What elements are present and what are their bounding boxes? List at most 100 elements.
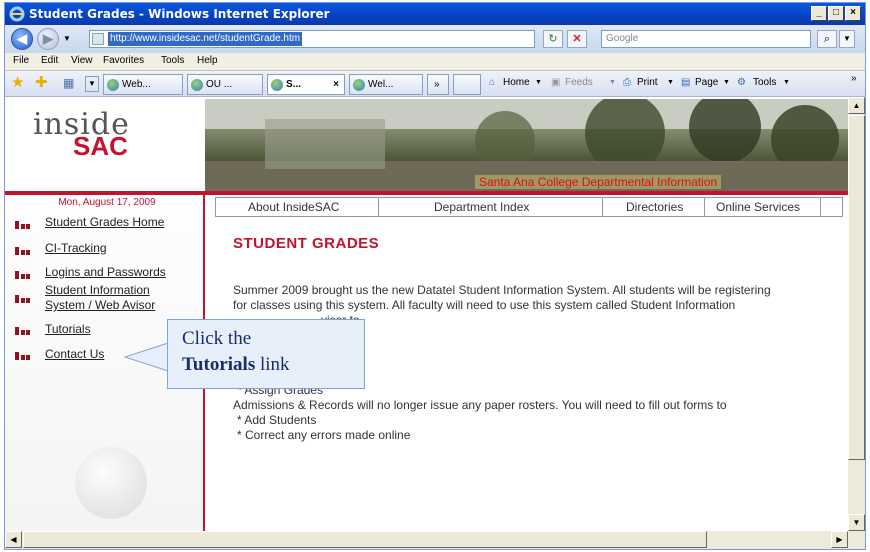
page-icon-cmd[interactable]: ▤ [681,77,690,88]
tab-welcome[interactable]: Wel... [349,74,423,95]
tab-label: Web... [122,79,151,90]
tab-globe-icon [271,79,283,91]
tab-directories[interactable]: Directories [626,200,683,214]
current-date: Mon, August 17, 2009 [58,197,156,208]
close-tab-icon[interactable]: × [333,75,339,94]
logo-sac: SAC [73,131,128,161]
nav-logins-passwords[interactable]: Logins and Passwords [45,265,166,279]
callout-line1: Click the [182,328,252,349]
home-icon[interactable]: ⌂ [489,77,495,88]
feeds-dropdown-icon[interactable]: ▼ [609,79,616,86]
home-button[interactable]: Home [503,77,530,88]
tab-overflow-button[interactable]: » [427,74,449,95]
print-icon[interactable]: ⎙ [623,77,631,88]
menu-favorites[interactable]: Favorites [103,55,144,66]
maximize-button[interactable]: □ [828,6,844,21]
callout-pointer [123,342,170,372]
home-dropdown-icon[interactable]: ▼ [535,79,542,86]
history-dropdown-icon[interactable]: ▼ [63,34,71,43]
toolbar-chevron-icon[interactable]: » [851,73,857,84]
tab-student-grades[interactable]: S... × [267,74,345,95]
tab-label: Wel... [368,79,394,90]
nav-bullet-icon [15,221,33,229]
nav-student-grades-home[interactable]: Student Grades Home [45,215,164,229]
add-favorite-icon[interactable]: ✚ [35,74,48,92]
nav-student-information[interactable]: Student Information [45,283,150,297]
horizontal-scrollbar[interactable]: ◀ ▶ [5,531,865,549]
scroll-up-icon[interactable]: ▲ [848,97,865,114]
address-row: ◀ ▶ ▼ http://www.insidesac.net/studentGr… [5,25,865,53]
new-tab-button[interactable] [453,74,481,95]
body-line: Admissions & Records will no longer issu… [233,398,727,412]
stop-button[interactable]: ✕ [567,30,587,48]
search-icon[interactable]: ⌕ [817,30,837,48]
page-dropdown-icon[interactable]: ▼ [723,79,730,86]
body-line: for classes using this system. All facul… [233,298,736,312]
tab-about-insidesac[interactable]: About InsideSAC [248,200,339,214]
tab-separator [602,198,603,216]
minimize-button[interactable]: _ [811,6,827,21]
body-line: Summer 2009 brought us the new Datatel S… [233,283,771,297]
window-title: Student Grades - Windows Internet Explor… [29,7,330,21]
menu-edit[interactable]: Edit [41,55,58,66]
tools-button[interactable]: Tools [753,77,776,88]
page-button[interactable]: Page [695,77,718,88]
nav-bullet-icon [15,295,33,303]
body-line: * Correct any errors made online [237,428,411,442]
tab-separator [704,198,705,216]
nav-tutorials[interactable]: Tutorials [45,322,91,336]
menu-file[interactable]: File [13,55,29,66]
menu-view[interactable]: View [71,55,93,66]
title-bar: Student Grades - Windows Internet Explor… [5,3,865,25]
search-input[interactable]: Google [601,30,811,48]
tab-label: S... [286,79,302,90]
address-bar[interactable]: http://www.insidesac.net/studentGrade.ht… [89,30,618,50]
body-line: * Add Students [237,413,317,427]
tab-bar: ★ ✚ ▦ ▼ Web... OU ... S... × Wel... » ⌂ H… [5,71,865,97]
tab-separator [820,198,821,216]
tutorial-callout: Click the Tutorials link [167,319,365,389]
menu-bar: File Edit View Favorites Tools Help [5,53,865,71]
horizontal-scroll-thumb[interactable] [23,531,707,548]
print-button[interactable]: Print [637,77,658,88]
nav-web-advisor[interactable]: System / Web Avisor [45,298,155,312]
forward-button[interactable]: ▶ [37,28,59,50]
tab-list-dropdown-icon[interactable]: ▼ [85,76,99,92]
scroll-down-icon[interactable]: ▼ [848,514,865,531]
callout-rest: link [259,354,290,375]
tab-separator [378,198,379,216]
refresh-button[interactable]: ↻ [543,30,563,48]
nav-bullet-icon [15,271,33,279]
menu-tools[interactable]: Tools [161,55,184,66]
tab-web[interactable]: Web... [103,74,183,95]
vertical-scroll-thumb[interactable] [848,115,865,460]
ie-logo-icon [9,6,25,22]
gear-icon[interactable]: ⚙ [737,77,746,88]
tab-globe-icon [353,79,365,91]
favorites-star-icon[interactable]: ★ [11,74,24,92]
tools-dropdown-icon[interactable]: ▼ [783,79,790,86]
nav-bullet-icon [15,247,33,255]
browser-window: Student Grades - Windows Internet Explor… [4,2,866,550]
site-header: inside SAC Santa Ana College Departmenta… [5,97,848,191]
close-button[interactable]: × [845,6,861,21]
feeds-button[interactable]: Feeds [565,77,593,88]
callout-line2: Tutorials link [182,354,290,376]
quick-tabs-icon[interactable]: ▦ [63,74,74,92]
scroll-right-icon[interactable]: ▶ [831,531,848,548]
print-dropdown-icon[interactable]: ▼ [667,79,674,86]
back-button[interactable]: ◀ [11,28,33,50]
tab-department-index[interactable]: Department Index [434,200,529,214]
tab-globe-icon [107,79,119,91]
page-heading: STUDENT GRADES [233,235,380,252]
feeds-icon: ▣ [551,77,561,88]
nav-ci-tracking[interactable]: CI-Tracking [45,241,107,255]
search-options-icon[interactable]: ▼ [839,30,855,48]
nav-contact-us[interactable]: Contact Us [45,347,104,361]
tab-online-services[interactable]: Online Services [716,200,800,214]
menu-help[interactable]: Help [197,55,218,66]
address-url: http://www.insidesac.net/studentGrade.ht… [108,32,303,46]
tab-ou[interactable]: OU ... [187,74,263,95]
scroll-left-icon[interactable]: ◀ [5,531,22,548]
vertical-scrollbar[interactable]: ▲ ▼ [848,97,865,531]
